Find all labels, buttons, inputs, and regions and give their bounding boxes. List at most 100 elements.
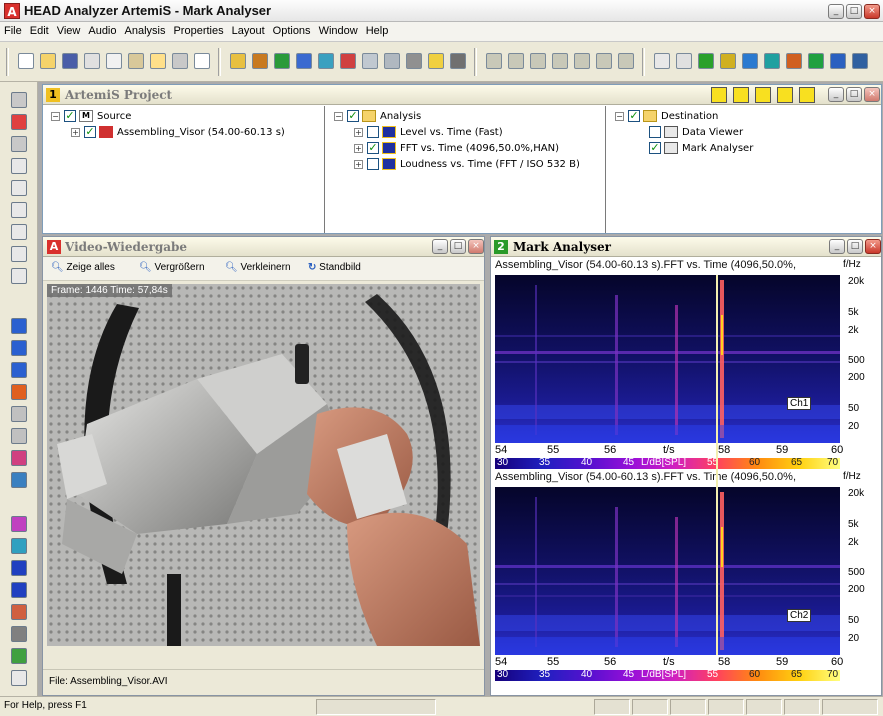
analysis-root-row[interactable]: − ✓ Analysis	[334, 109, 421, 124]
zoom-out-button[interactable]: 🔍︎ Verkleinern	[225, 262, 291, 273]
marker-5-icon[interactable]	[11, 604, 27, 620]
spectrum-icon[interactable]	[362, 53, 378, 69]
chart-yellow-icon[interactable]	[720, 53, 736, 69]
chart-teal-icon[interactable]	[764, 53, 780, 69]
mark-title-bar[interactable]: 2 Mark Analyser _ □ ×	[491, 237, 881, 257]
window-arrange-5-icon[interactable]	[11, 406, 27, 422]
person-icon[interactable]	[406, 53, 422, 69]
same-size-icon[interactable]	[596, 53, 612, 69]
mark-tool-icon[interactable]	[711, 87, 727, 103]
clipboard-copy-icon[interactable]	[654, 53, 670, 69]
plot2-spectrogram[interactable]: Ch2	[495, 487, 840, 655]
destination-item-row[interactable]: ✓ Mark Analyser	[649, 141, 753, 156]
database-icon[interactable]	[450, 53, 466, 69]
analysis-item-row[interactable]: + ✓ FFT vs. Time (4096,50.0%,HAN)	[354, 141, 559, 156]
record-icon[interactable]	[384, 53, 400, 69]
close-button[interactable]: ×	[864, 4, 880, 19]
chart-blue-icon[interactable]	[742, 53, 758, 69]
print-icon[interactable]	[172, 53, 188, 69]
help-query-icon[interactable]	[150, 53, 166, 69]
menu-analysis[interactable]: Analysis	[121, 22, 170, 41]
plot1-spectrogram[interactable]: Ch1	[495, 275, 840, 443]
grid-view-icon[interactable]	[230, 53, 246, 69]
context-help-icon[interactable]	[194, 53, 210, 69]
zoom-in-button[interactable]: 🔍︎ Vergrößern	[139, 262, 205, 273]
layout-3-icon[interactable]	[11, 202, 27, 218]
destination-root-row[interactable]: − ✓ Destination	[615, 109, 718, 124]
chart-grid-icon[interactable]	[830, 53, 846, 69]
step-tool-icon[interactable]	[733, 87, 749, 103]
triangle-tool-icon[interactable]	[777, 87, 793, 103]
same-width-icon[interactable]	[552, 53, 568, 69]
menu-window[interactable]: Window	[315, 22, 362, 41]
video-frame[interactable]: Frame: 1446 Time: 57,84s	[47, 284, 480, 646]
same-height-icon[interactable]	[574, 53, 590, 69]
align-top-icon[interactable]	[530, 53, 546, 69]
analysis-item-checkbox[interactable]	[367, 158, 379, 170]
destination-item-checkbox[interactable]	[649, 126, 661, 138]
minimize-button[interactable]: _	[828, 4, 844, 19]
maximize-button[interactable]: □	[846, 4, 862, 19]
project-title-bar[interactable]: 1 ArtemiS Project _ □ ×	[43, 85, 881, 105]
save-icon[interactable]	[62, 53, 78, 69]
align-middle-icon[interactable]	[508, 53, 524, 69]
expand-icon[interactable]: +	[354, 159, 363, 169]
menu-properties[interactable]: Properties	[169, 22, 227, 41]
chart-orange-icon[interactable]	[786, 53, 802, 69]
window-arrange-3-icon[interactable]	[11, 362, 27, 378]
source-root-row[interactable]: − ✓ M Source	[51, 109, 131, 124]
layout-5-icon[interactable]	[11, 246, 27, 262]
align-bottom-icon[interactable]	[486, 53, 502, 69]
marker-7-icon[interactable]	[11, 648, 27, 664]
window-arrange-4-icon[interactable]	[11, 384, 27, 400]
toolbar-grip[interactable]	[6, 48, 9, 76]
document-tool-icon[interactable]	[799, 87, 815, 103]
info-icon[interactable]	[428, 53, 444, 69]
expand-icon[interactable]: +	[354, 127, 363, 137]
window-arrange-8-icon[interactable]	[11, 472, 27, 488]
mark-maximize-button[interactable]: □	[847, 239, 863, 254]
video-maximize-button[interactable]: □	[450, 239, 466, 254]
mark-minimize-button[interactable]: _	[829, 239, 845, 254]
analysis-item-row[interactable]: + Loudness vs. Time (FFT / ISO 532 B)	[354, 157, 580, 172]
window-arrange-2-icon[interactable]	[11, 340, 27, 356]
video-title-bar[interactable]: A Video-Wiedergabe _ □ ×	[43, 237, 484, 257]
collapse-icon[interactable]: −	[334, 111, 343, 121]
new-document-icon[interactable]	[18, 53, 34, 69]
source-item-row[interactable]: + ✓ Assembling_Visor (54.00-60.13 s)	[71, 125, 285, 140]
layout-4-icon[interactable]	[11, 224, 27, 240]
layout-1-icon[interactable]	[11, 158, 27, 174]
chart-multi-icon[interactable]	[808, 53, 824, 69]
project-maximize-button[interactable]: □	[846, 87, 862, 102]
video-close-button[interactable]: ×	[468, 239, 484, 254]
analysis-run-icon[interactable]	[296, 53, 312, 69]
chart-green-icon[interactable]	[698, 53, 714, 69]
copy-icon[interactable]	[106, 53, 122, 69]
source-tool-icon[interactable]	[11, 114, 27, 130]
project-close-button[interactable]: ×	[864, 87, 880, 102]
layout-6-icon[interactable]	[11, 268, 27, 284]
collapse-icon[interactable]: −	[615, 111, 624, 121]
chart-more-icon[interactable]	[852, 53, 868, 69]
pin-icon[interactable]	[11, 92, 27, 108]
play-icon[interactable]	[274, 53, 290, 69]
mark-close-button[interactable]: ×	[865, 239, 881, 254]
destination-checkbox[interactable]: ✓	[628, 110, 640, 122]
disabled-tool-icon[interactable]	[11, 136, 27, 152]
marker-4-icon[interactable]	[11, 582, 27, 598]
expand-icon[interactable]: +	[354, 143, 363, 153]
video-minimize-button[interactable]: _	[432, 239, 448, 254]
marker-3-icon[interactable]	[11, 560, 27, 576]
analysis-item-row[interactable]: + Level vs. Time (Fast)	[354, 125, 503, 140]
show-all-button[interactable]: 🔍︎ Zeige alles	[51, 262, 115, 273]
menu-help[interactable]: Help	[362, 22, 393, 41]
menu-view[interactable]: View	[53, 22, 85, 41]
window-arrange-6-icon[interactable]	[11, 428, 27, 444]
layout-2-icon[interactable]	[11, 180, 27, 196]
collapse-icon[interactable]: −	[51, 111, 60, 121]
clipboard-paste-icon[interactable]	[676, 53, 692, 69]
time-cursor[interactable]	[715, 275, 718, 655]
analysis-item-checkbox[interactable]: ✓	[367, 142, 379, 154]
paste-icon[interactable]	[128, 53, 144, 69]
source-item-checkbox[interactable]: ✓	[84, 126, 96, 138]
